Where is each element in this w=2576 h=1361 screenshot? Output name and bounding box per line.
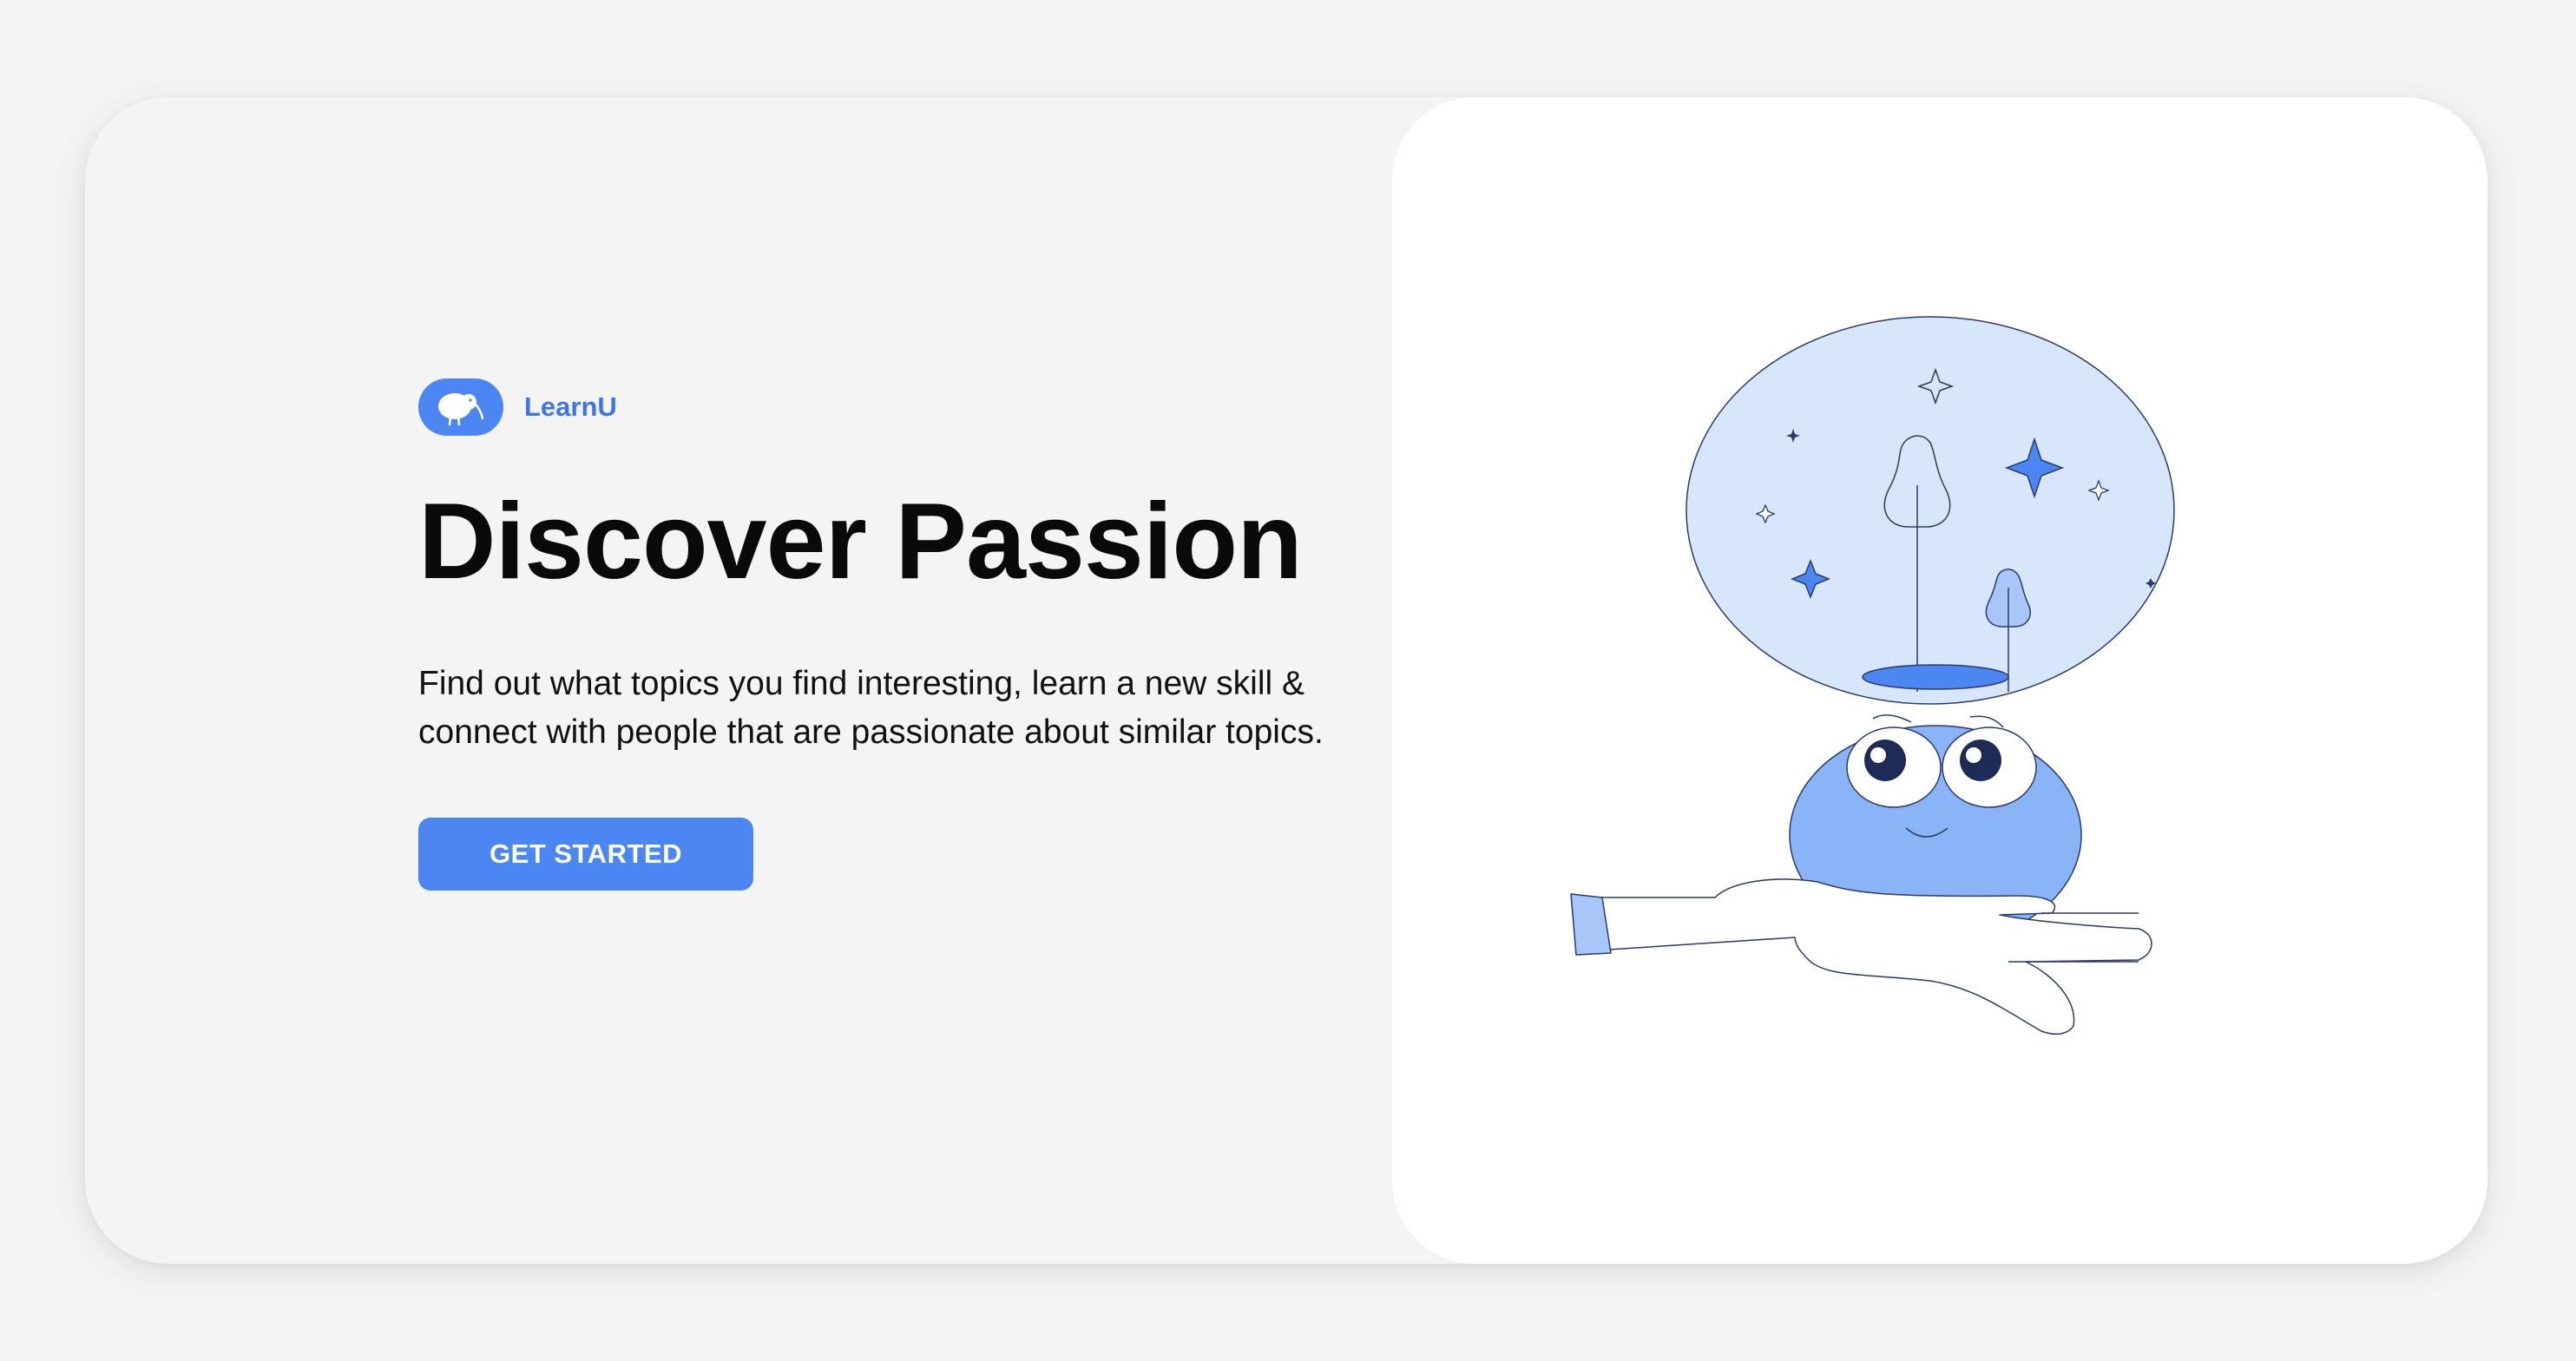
get-started-button[interactable]: GET STARTED [418, 818, 753, 891]
brand[interactable]: LearnU [418, 378, 1399, 436]
kiwi-bird-icon [418, 378, 503, 436]
hero-content: LearnU Discover Passion Find out what to… [418, 378, 1399, 891]
brand-name: LearnU [524, 391, 617, 422]
hero-description: Find out what topics you find interestin… [418, 665, 1324, 752]
hero-card: LearnU Discover Passion Find out what to… [85, 97, 2487, 1264]
illustration-panel [1392, 97, 2487, 1264]
page-title: Discover Passion [418, 482, 1303, 602]
mind-bulb-hand-illustration [1570, 316, 2175, 1036]
